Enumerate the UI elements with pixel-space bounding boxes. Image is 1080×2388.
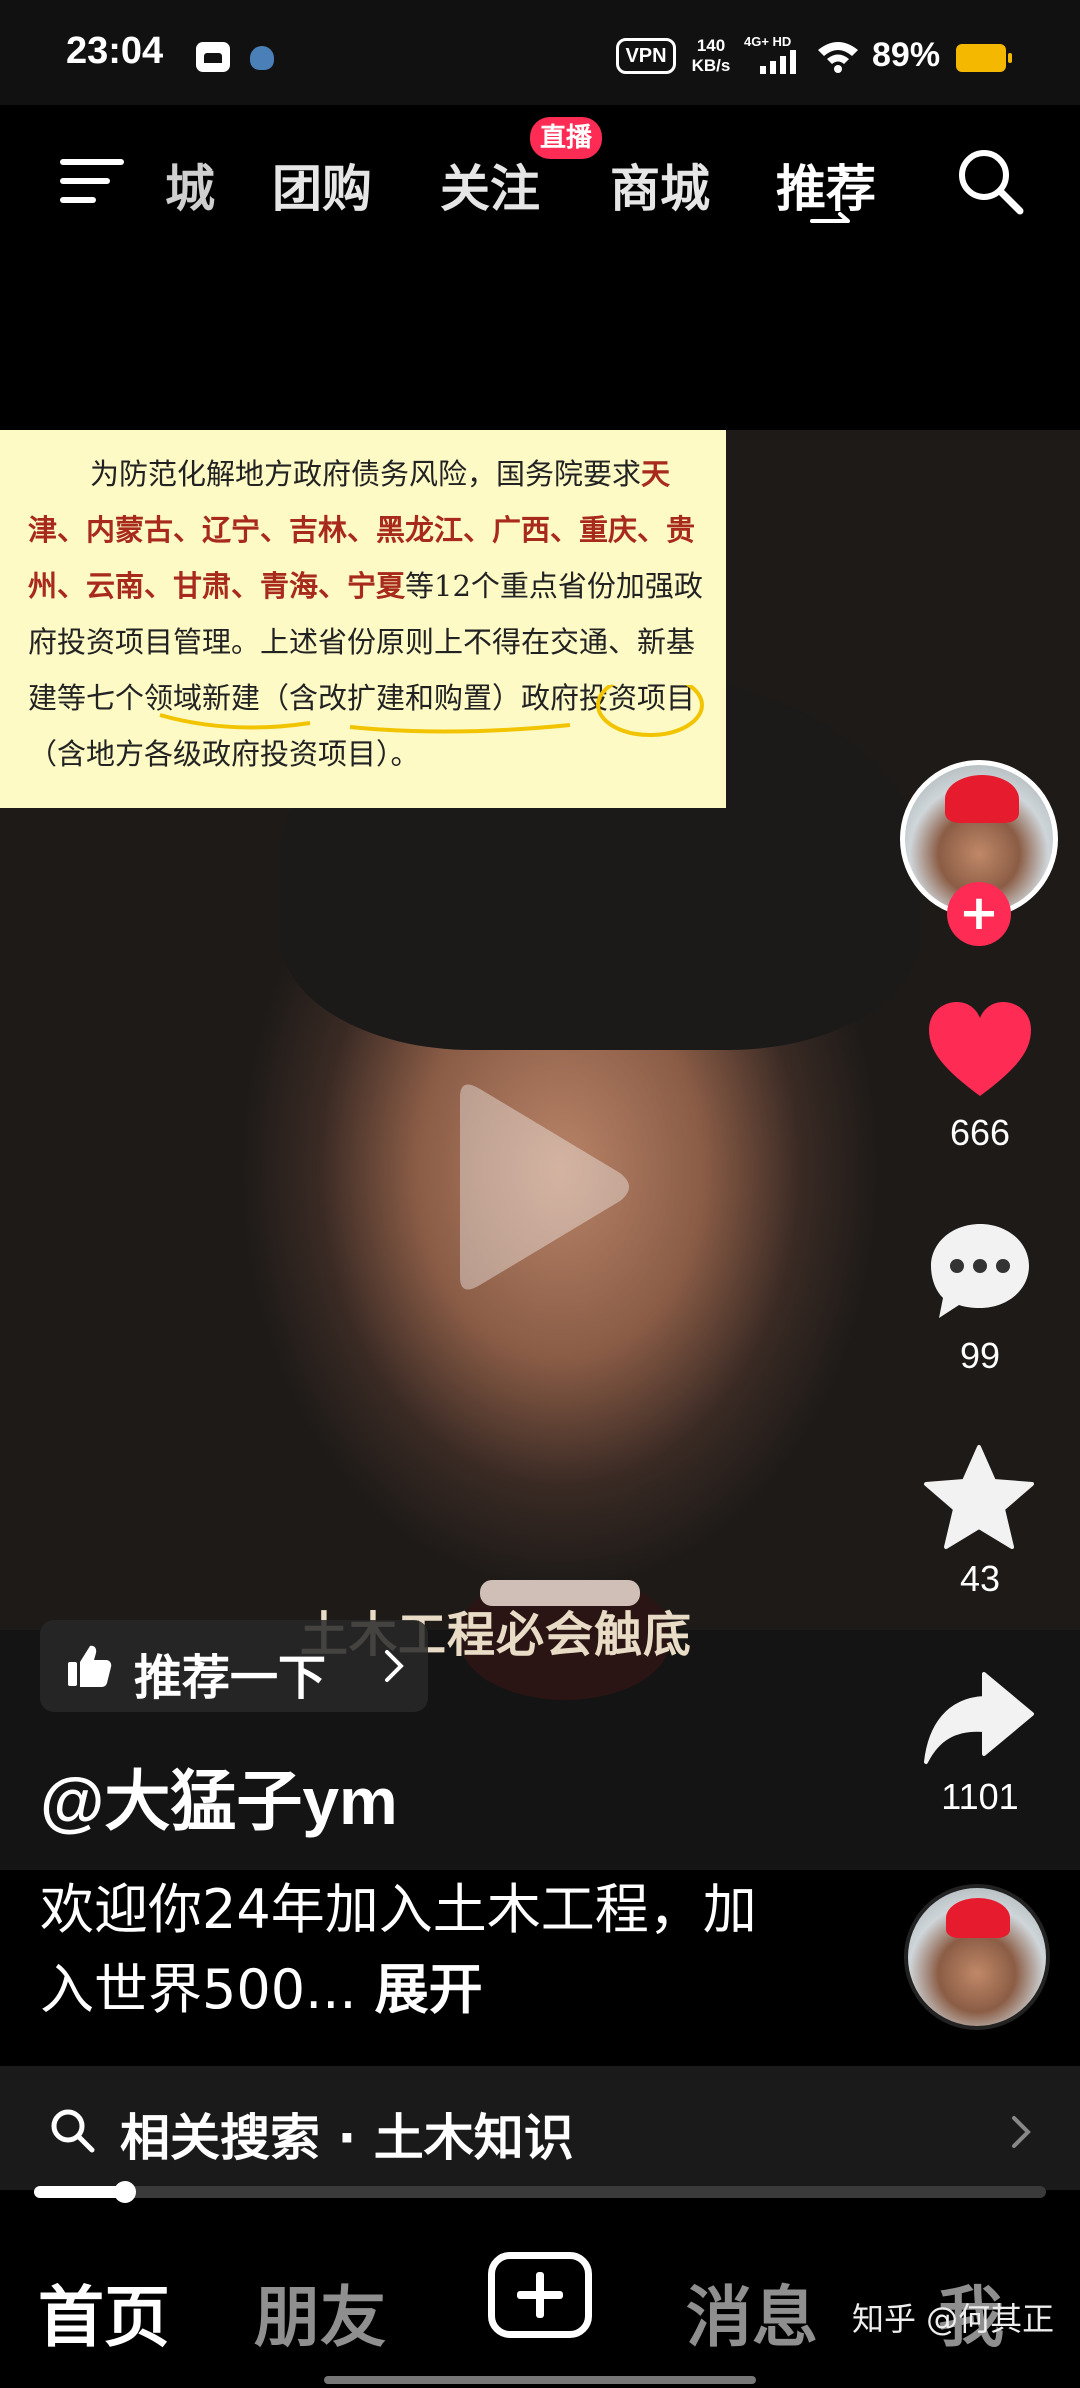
music-disc-avatar[interactable]: [904, 1884, 1050, 2030]
play-icon[interactable]: [440, 1077, 640, 1297]
watermark: 知乎 @何其正: [852, 2300, 1055, 2338]
app-notification-icon: [250, 46, 274, 70]
network-speed-value: 140: [696, 36, 726, 55]
comment-count: 99: [959, 1335, 1001, 1376]
expand-link[interactable]: 展开: [375, 1958, 483, 2021]
network-speed-unit: KB/s: [691, 56, 731, 75]
description-area: 欢迎你24年加入土木工程，加入世界500... 展开: [0, 1870, 1080, 2066]
menu-icon[interactable]: [60, 153, 124, 209]
video-progress-bar[interactable]: [34, 2181, 1046, 2203]
battery-icon: [956, 44, 1012, 72]
share-icon[interactable]: [922, 1670, 1036, 1766]
document-text-intro: 为防范化解地方政府债务风险，国务院要求: [90, 457, 642, 491]
thumbs-up-icon: [68, 1645, 112, 1687]
tab-following[interactable]: 关注: [440, 149, 540, 221]
share-count: 1101: [941, 1776, 1019, 1817]
comment-icon[interactable]: [925, 1220, 1035, 1320]
chevron-right-icon: [385, 1650, 404, 1682]
status-time: 23:04: [66, 30, 164, 72]
like-count: 666: [949, 1112, 1011, 1153]
video-description[interactable]: 欢迎你24年加入土木工程，加入世界500... 展开: [40, 1870, 800, 2030]
tab-shop[interactable]: 商城: [610, 149, 710, 221]
search-icon: [51, 2109, 95, 2153]
author-name[interactable]: @大猛子ym: [40, 1748, 398, 1844]
live-badge: 直播: [530, 117, 603, 159]
chevron-right-icon: [1012, 2116, 1031, 2148]
recommend-label: 推荐一下: [134, 1650, 327, 1706]
tab-group-buy[interactable]: 团购: [272, 149, 372, 221]
home-indicator[interactable]: [324, 2376, 756, 2384]
video-progress-handle[interactable]: [114, 2181, 137, 2203]
top-nav: 城 团购 关注 直播 商城 推荐: [0, 105, 1080, 240]
video-progress-fill: [34, 2186, 126, 2198]
status-bar: 23:04 VPN 140 KB/s 4G+ HD 89%: [0, 0, 1080, 105]
tab-mall-partial[interactable]: 城: [160, 149, 215, 221]
network-speed: 140 KB/s: [688, 36, 734, 76]
favorite-count: 43: [959, 1558, 1001, 1599]
battery-percent: 89%: [872, 36, 941, 74]
nav-messages[interactable]: 消息: [686, 2264, 818, 2360]
notification-icon: [196, 42, 230, 72]
handwritten-underline: [159, 685, 704, 737]
related-search-bar[interactable]: 相关搜索 · 土木知识: [0, 2066, 1080, 2190]
star-icon[interactable]: [922, 1443, 1036, 1551]
create-button[interactable]: [488, 2252, 592, 2338]
bottom-nav: 首页 朋友 消息 我 知乎 @何其正: [0, 2206, 1080, 2388]
wifi-icon: [818, 42, 858, 73]
vpn-badge: VPN: [616, 38, 676, 74]
nav-friends[interactable]: 朋友: [254, 2264, 386, 2360]
follow-button[interactable]: +: [947, 882, 1011, 946]
related-search-label: 相关搜索 · 土木知识: [120, 2109, 574, 2167]
recommend-button[interactable]: 推荐一下: [40, 1620, 428, 1712]
search-icon[interactable]: [954, 145, 1026, 217]
nav-home[interactable]: 首页: [38, 2264, 170, 2360]
heart-icon[interactable]: [925, 1000, 1035, 1100]
cellular-signal-icon: 4G+ HD: [744, 34, 806, 76]
